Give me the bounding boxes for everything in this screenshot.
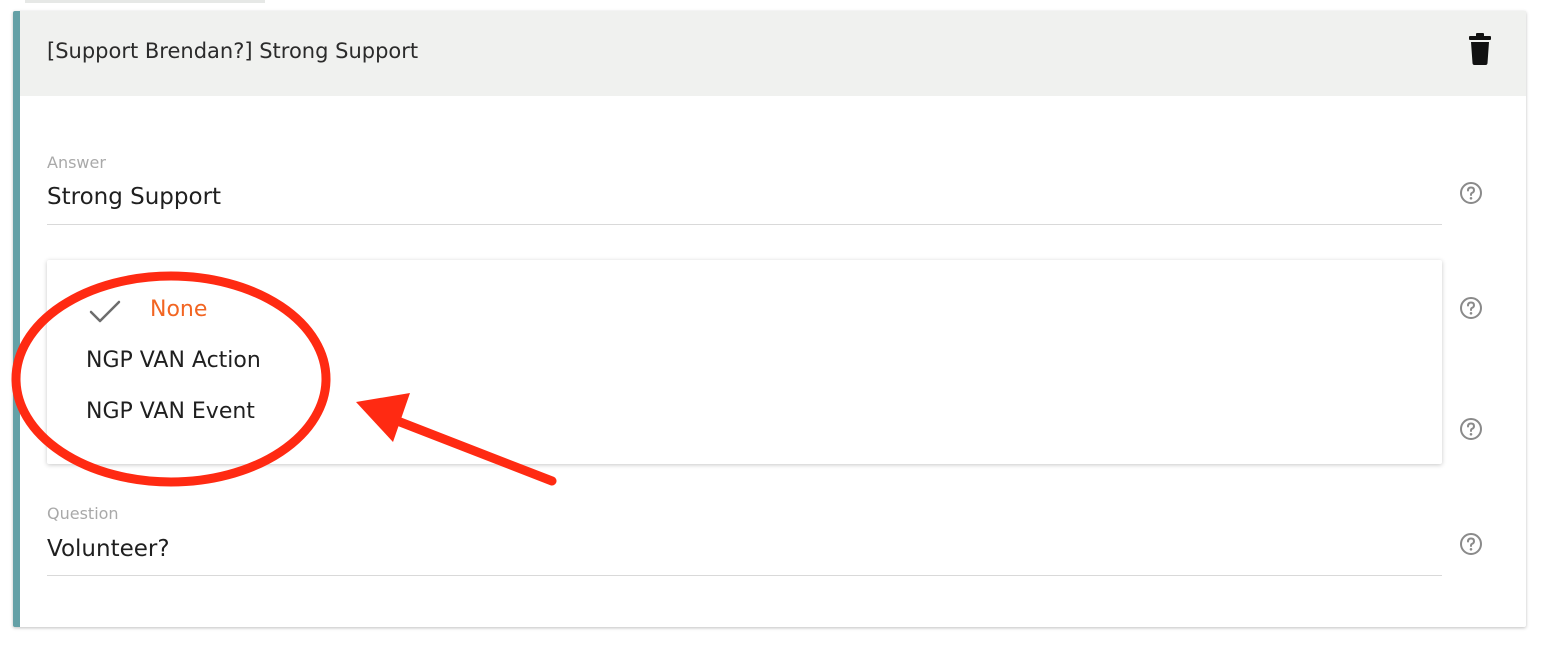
help-circle-icon[interactable]: [1459, 417, 1483, 441]
dropdown-option-label: None: [150, 297, 208, 322]
answer-label: Answer: [47, 153, 106, 172]
card-title: [Support Brendan?] Strong Support: [47, 39, 419, 63]
answer-card: [Support Brendan?] Strong Support Answer…: [13, 11, 1526, 627]
answer-input[interactable]: [47, 184, 1437, 210]
trash-icon[interactable]: [1469, 33, 1491, 65]
dropdown-option-label: NGP VAN Action: [86, 348, 261, 373]
question-label: Question: [47, 504, 119, 523]
question-underline: [47, 575, 1442, 576]
answer-underline: [47, 224, 1442, 225]
dropdown-option-none[interactable]: None: [47, 287, 1442, 335]
dropdown-option-ngp-van-action[interactable]: NGP VAN Action: [47, 338, 1442, 386]
dropdown-option-label: NGP VAN Event: [86, 399, 255, 424]
top-strip: [25, 0, 265, 3]
card-header: [Support Brendan?] Strong Support: [20, 11, 1526, 96]
help-circle-icon[interactable]: [1459, 181, 1483, 205]
question-input[interactable]: [47, 536, 1437, 562]
help-circle-icon[interactable]: [1459, 296, 1483, 320]
dropdown-option-ngp-van-event[interactable]: NGP VAN Event: [47, 389, 1442, 437]
check-icon: [89, 300, 121, 323]
help-circle-icon[interactable]: [1459, 532, 1483, 556]
action-type-dropdown: None NGP VAN Action NGP VAN Event: [47, 260, 1442, 464]
